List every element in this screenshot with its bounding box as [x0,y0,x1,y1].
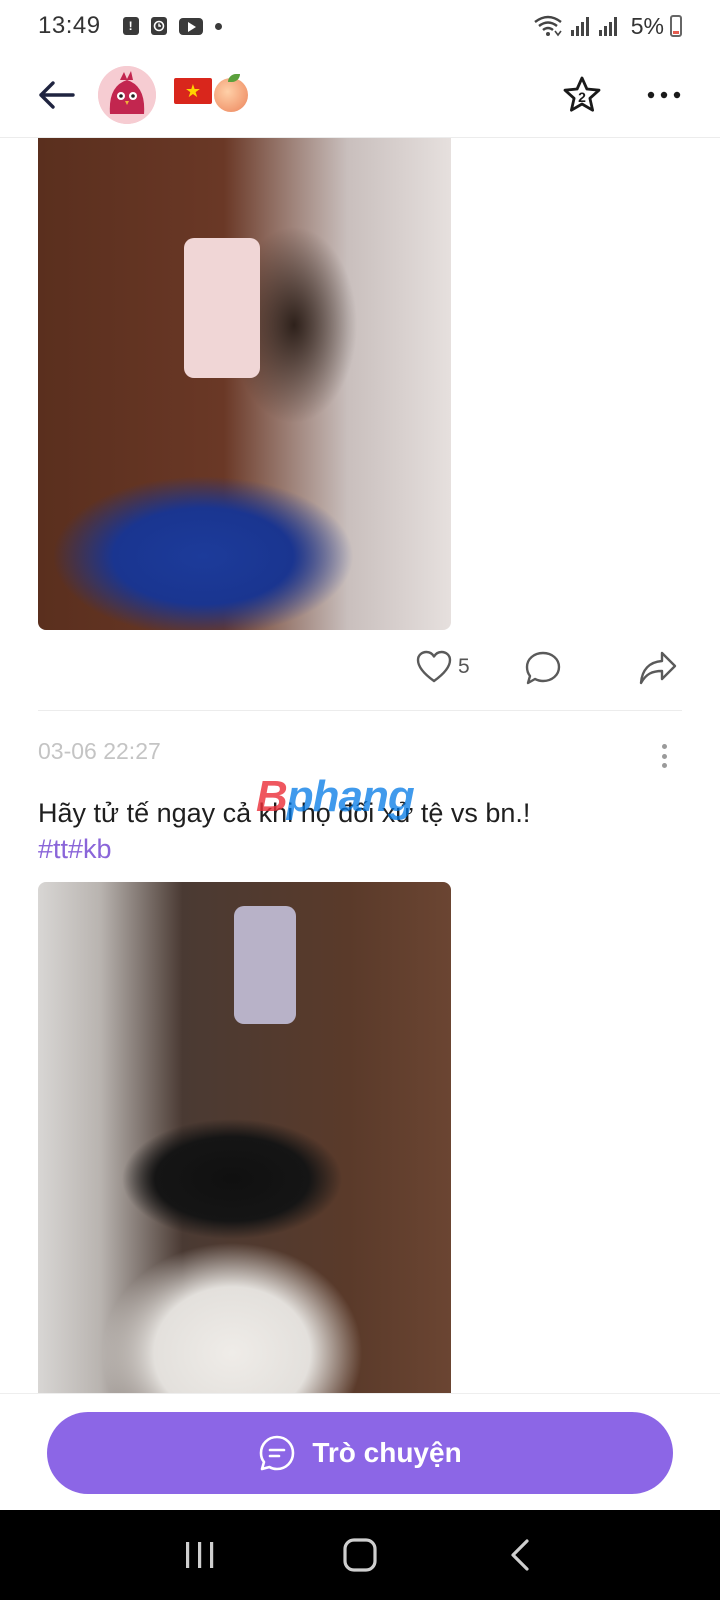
alert-icon: ! [122,17,139,35]
battery-percent: 5% [630,12,664,39]
chat-button-label: Trò chuyện [312,1437,462,1468]
post-photo[interactable] [38,882,451,1394]
bird-avatar-icon [98,65,156,124]
comment-icon [525,651,561,685]
recent-apps-button[interactable] [170,1525,230,1585]
peach-icon [214,73,248,112]
profile-header: ★ 2 [0,52,720,138]
chat-bar: Trò chuyện [0,1393,720,1510]
chat-button[interactable]: Trò chuyện [47,1412,673,1494]
like-button[interactable]: 5 [416,650,470,684]
status-bar: 13:49 ! 5% [0,0,720,52]
more-vertical-icon [661,744,667,749]
comment-button[interactable] [524,650,562,686]
phone-in-photo [184,238,260,378]
post-divider [38,710,682,711]
share-button[interactable] [638,650,678,686]
post-more-button[interactable] [660,744,668,768]
clock-app-icon [150,17,167,35]
heart-icon [416,650,452,683]
like-count: 5 [458,655,470,678]
post-hashtags[interactable]: #tt#kb [38,834,112,865]
battery-icon [670,15,682,37]
more-horizontal-icon [647,91,681,98]
favorite-button[interactable]: 2 [560,73,604,117]
status-time: 13:49 [38,12,101,39]
profile-emoji: ★ [174,73,248,112]
system-status-icons: 5% [533,13,682,40]
home-button[interactable] [330,1525,390,1585]
youtube-icon [178,17,203,35]
home-icon [343,1538,377,1572]
arrow-left-icon [39,80,75,109]
watermark-logo: Bphang [256,772,415,821]
back-nav-button[interactable] [490,1525,550,1585]
share-icon [639,651,677,685]
phone-in-photo [234,906,296,1024]
avatar[interactable] [98,65,156,124]
star-badge: 2 [578,89,586,105]
post-date: 03-06 22:27 [38,738,161,764]
more-dot-icon [214,22,222,30]
recent-apps-icon [186,1542,214,1568]
vietnam-flag-icon: ★ [174,77,212,104]
signal-icon [570,17,589,36]
chat-bubble-icon [260,1435,295,1471]
back-chevron-icon [511,1539,529,1571]
star-icon: 2 [563,76,601,112]
post-actions: 5 [0,648,720,692]
back-button[interactable] [34,73,78,117]
more-options-button[interactable] [642,73,686,117]
wifi-icon [534,15,562,37]
post-photo[interactable] [38,138,451,630]
signal-icon [598,17,617,36]
notification-icons: ! [122,17,222,35]
navigation-bar [0,1510,720,1600]
